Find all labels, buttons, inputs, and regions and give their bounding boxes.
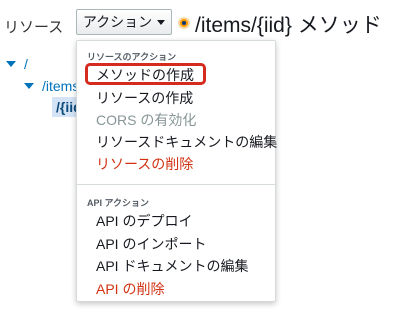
actions-dropdown-menu: リソースのアクション メソッドの作成 リソースの作成 CORS の有効化 リソー… bbox=[76, 40, 277, 302]
menu-item-delete-api[interactable]: API の削除 bbox=[96, 279, 164, 299]
tree-item-label: / bbox=[24, 56, 28, 72]
tree-item-items[interactable]: /items bbox=[24, 78, 79, 94]
menu-item-deploy-api[interactable]: API のデプロイ bbox=[96, 211, 192, 231]
caret-down-icon bbox=[157, 19, 166, 25]
actions-button[interactable]: アクション bbox=[76, 9, 172, 35]
tree-item-label: /items bbox=[42, 78, 80, 94]
caret-down-icon[interactable] bbox=[6, 61, 16, 67]
menu-item-edit-resource-docs[interactable]: リソースドキュメントの編集 bbox=[96, 132, 277, 152]
resources-label: リソース bbox=[4, 19, 64, 36]
menu-item-import-api[interactable]: API のインポート bbox=[96, 234, 206, 254]
tree-item-root[interactable]: / bbox=[6, 56, 28, 72]
actions-button-label: アクション bbox=[82, 14, 153, 30]
resource-actions-header: リソースのアクション bbox=[87, 52, 177, 62]
menu-divider bbox=[77, 184, 275, 185]
api-actions-header: API アクション bbox=[87, 198, 150, 208]
page-title: /items/{iid} メソッド bbox=[195, 14, 382, 37]
menu-item-edit-api-docs[interactable]: API ドキュメントの編集 bbox=[96, 256, 248, 276]
caret-down-icon[interactable] bbox=[24, 83, 34, 89]
status-dot-icon bbox=[178, 17, 190, 29]
menu-item-enable-cors: CORS の有効化 bbox=[96, 112, 197, 128]
menu-item-create-resource[interactable]: リソースの作成 bbox=[96, 88, 193, 108]
menu-item-create-method[interactable]: メソッドの作成 bbox=[96, 65, 194, 85]
menu-item-delete-resource[interactable]: リソースの削除 bbox=[96, 154, 193, 174]
